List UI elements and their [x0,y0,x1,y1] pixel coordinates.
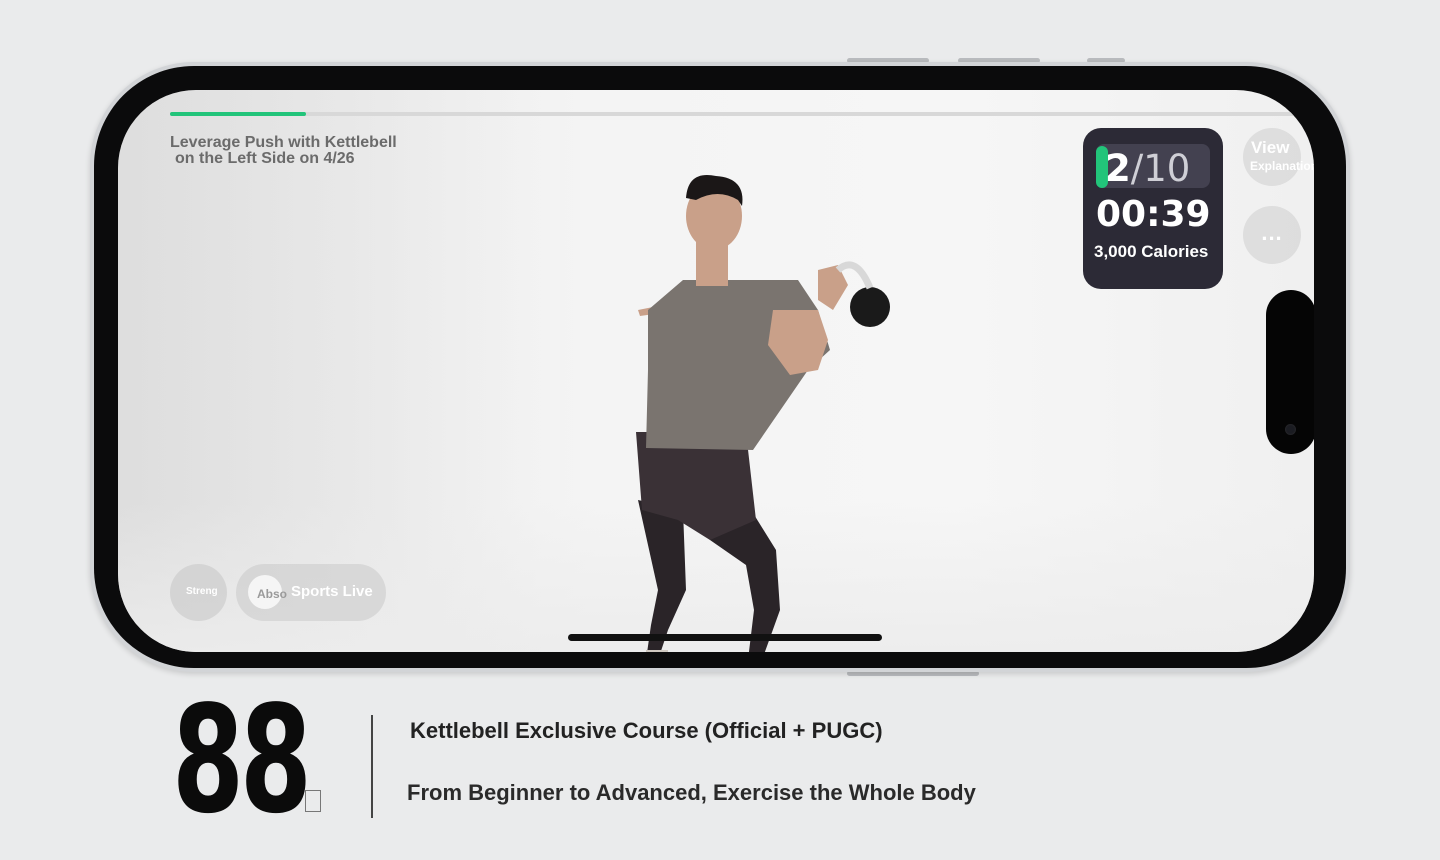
calories-readout: 3,000 Calories [1094,242,1209,261]
rep-current: 2 [1105,147,1131,190]
rep-counter-text: 2/10 [1105,147,1190,190]
exercise-title-line2: on the Left Side on 4/26 [175,150,355,167]
workout-progress-fill [170,112,306,116]
course-title: Kettlebell Exclusive Course (Official + … [410,718,883,743]
workout-stats-card: 2/10 00:39 3,000 Calories [1083,128,1223,289]
phone-bezel: Leverage Push with Kettlebell on the Lef… [94,66,1346,668]
unit-glyph [305,790,321,812]
strength-label: Streng [186,586,218,597]
rep-counter: 2/10 [1096,144,1210,190]
workout-screen: Leverage Push with Kettlebell on the Lef… [118,90,1314,652]
view-explanation-button[interactable]: View Explanation [1243,128,1314,186]
rep-separator: / [1130,147,1144,190]
sports-live-button[interactable]: Abso Sports Live [236,564,386,621]
camera-icon [1285,424,1296,435]
course-subtitle: From Beginner to Advanced, Exercise the … [407,780,976,805]
strength-mode-button[interactable]: Streng [170,564,227,621]
phone-frame: Leverage Push with Kettlebell on the Lef… [90,62,1350,672]
more-dots-icon: ... [1261,220,1283,245]
dynamic-island [1266,290,1314,454]
workout-timer: 00:39 [1096,194,1211,235]
workout-progress-bar [170,112,1302,116]
abs-label: Abso [257,587,287,601]
more-options-button[interactable]: ... [1243,206,1301,264]
course-count: 88 [172,674,312,846]
trainer-video-figure [636,174,890,652]
rep-total: 10 [1143,147,1191,190]
sports-live-label: Sports Live [291,583,373,600]
view-sub-label: Explanation [1250,159,1314,173]
exercise-title-line1: Leverage Push with Kettlebell [170,134,397,151]
home-indicator[interactable] [568,634,882,641]
view-label: View [1251,138,1290,157]
exercise-title: Leverage Push with Kettlebell on the Lef… [170,135,490,167]
promo-divider [371,715,373,818]
